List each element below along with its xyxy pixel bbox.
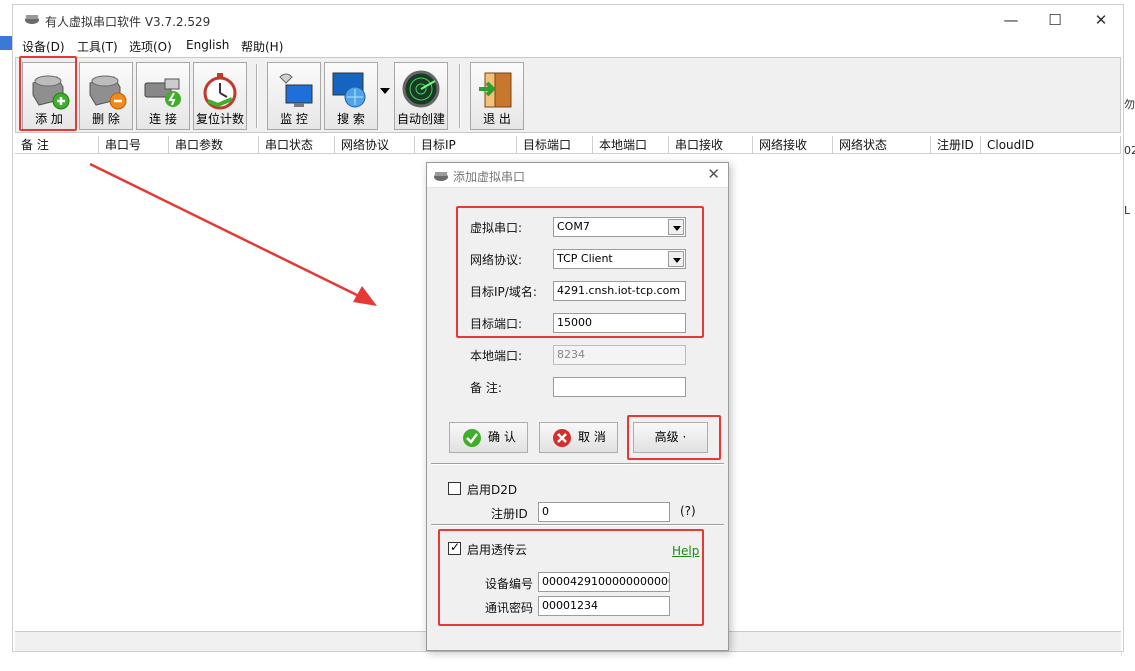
dialog-divider: [431, 463, 724, 465]
bg-edge-text: 勿: [1124, 98, 1135, 111]
dialog-title: 添加虚拟串口: [453, 170, 526, 184]
col-local-port[interactable]: 本地端口: [593, 136, 669, 154]
connect-label: 连 接: [149, 112, 177, 126]
stopwatch-icon: [203, 73, 237, 110]
window-title: 有人虚拟串口软件 V3.7.2.529: [45, 15, 211, 29]
ok-label: 确 认: [488, 430, 516, 444]
menu-help[interactable]: 帮助(H): [241, 38, 283, 55]
toolbar: 添 加 删 除 连 接 复位计数 监 控 搜 索 自动创建 退 出: [15, 57, 1121, 133]
search-dropdown-icon[interactable]: [380, 88, 390, 98]
highlight-advanced-button: [627, 415, 721, 460]
connect-icon: [144, 78, 181, 107]
local-port-input: 8234: [553, 345, 686, 365]
title-bar: 有人虚拟串口软件 V3.7.2.529 — ☐ ✕: [13, 5, 1123, 35]
remark-label: 备 注:: [470, 381, 502, 395]
menu-device[interactable]: 设备(D): [22, 38, 65, 55]
auto-create-label: 自动创建: [396, 112, 445, 126]
delete-button[interactable]: 删 除: [79, 62, 133, 130]
monitor-button[interactable]: 监 控: [267, 62, 321, 130]
col-protocol[interactable]: 网络协议: [335, 136, 415, 154]
exit-button[interactable]: 退 出: [470, 62, 524, 130]
reg-id-input[interactable]: 0: [538, 502, 670, 522]
remark-input[interactable]: [553, 377, 686, 397]
col-port-no[interactable]: 串口号: [99, 136, 169, 154]
delete-port-icon: [89, 75, 127, 110]
col-target-ip[interactable]: 目标IP: [415, 136, 517, 154]
radar-icon: [402, 70, 440, 108]
annotation-arrow: [89, 162, 377, 306]
col-target-port[interactable]: 目标端口: [517, 136, 593, 154]
menu-bar: 设备(D) 工具(T) 选项(O) English 帮助(H): [13, 35, 1123, 57]
auto-create-button[interactable]: 自动创建: [394, 62, 448, 130]
monitor-label: 监 控: [280, 112, 308, 126]
dialog-app-icon: [434, 172, 448, 181]
port-table-header: 备 注 串口号 串口参数 串口状态 网络协议 目标IP 目标端口 本地端口 串口…: [15, 136, 1121, 154]
col-port-params[interactable]: 串口参数: [169, 136, 259, 154]
menu-tools[interactable]: 工具(T): [77, 38, 118, 55]
bg-edge-text: 02: [1124, 144, 1135, 157]
maximize-button[interactable]: ☐: [1035, 9, 1075, 31]
reg-id-label: 注册ID: [491, 507, 528, 521]
col-remark[interactable]: 备 注: [15, 136, 99, 154]
background-window-strip: [0, 36, 12, 50]
dialog-title-bar: 添加虚拟串口 ✕: [427, 163, 728, 188]
highlight-cloud-fields: [438, 529, 704, 626]
cancel-button[interactable]: 取 消: [539, 422, 618, 453]
reset-count-label: 复位计数: [195, 112, 244, 126]
bg-edge-text: L: [1124, 204, 1131, 217]
monitor-icon: [279, 73, 313, 107]
reg-id-help-icon[interactable]: (?): [680, 504, 696, 518]
col-port-status[interactable]: 串口状态: [259, 136, 335, 154]
ok-button[interactable]: 确 认: [449, 422, 528, 453]
delete-label: 删 除: [92, 112, 120, 126]
dialog-close-icon[interactable]: ✕: [707, 165, 720, 183]
toolbar-separator: [459, 64, 461, 128]
col-reg-id[interactable]: 注册ID: [931, 136, 981, 154]
d2d-label: 启用D2D: [467, 483, 518, 497]
check-icon: [463, 429, 481, 447]
search-button[interactable]: 搜 索: [324, 62, 378, 130]
toolbar-separator: [256, 64, 258, 128]
highlight-connection-fields: [456, 206, 704, 338]
search-label: 搜 索: [337, 112, 365, 126]
local-port-label: 本地端口:: [470, 349, 523, 363]
search-network-icon: [332, 72, 366, 108]
highlight-add-button: [19, 56, 77, 131]
exit-door-icon: [479, 72, 512, 108]
dialog-divider: [431, 524, 724, 526]
reset-count-button[interactable]: 复位计数: [193, 62, 247, 130]
menu-english[interactable]: English: [186, 38, 229, 52]
connect-button[interactable]: 连 接: [136, 62, 190, 130]
minimize-button[interactable]: —: [991, 9, 1031, 31]
exit-label: 退 出: [483, 112, 511, 126]
col-cloud-id[interactable]: CloudID: [981, 136, 1121, 154]
menu-options[interactable]: 选项(O): [129, 38, 172, 55]
col-port-rx[interactable]: 串口接收: [669, 136, 753, 154]
cancel-icon: [553, 429, 571, 447]
app-icon: [25, 15, 39, 24]
col-net-status[interactable]: 网络状态: [833, 136, 931, 154]
d2d-checkbox[interactable]: [448, 482, 461, 495]
col-net-rx[interactable]: 网络接收: [753, 136, 833, 154]
cancel-label: 取 消: [578, 430, 606, 444]
close-button[interactable]: ✕: [1081, 9, 1121, 31]
